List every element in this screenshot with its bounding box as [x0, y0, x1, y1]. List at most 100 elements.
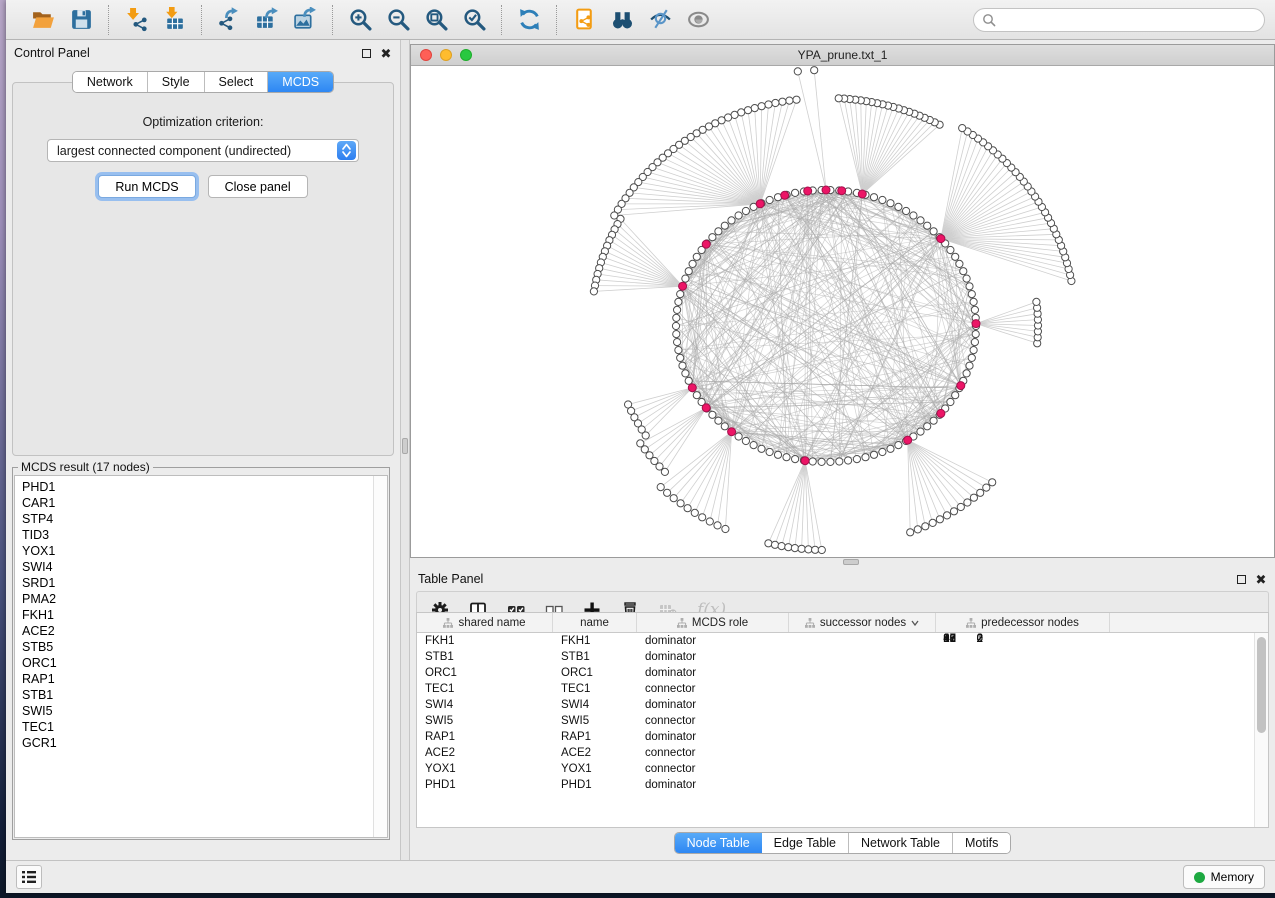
- cell-mcds_role: dominator: [637, 699, 789, 711]
- float-panel-icon[interactable]: [360, 47, 372, 59]
- search-box[interactable]: [973, 8, 1265, 32]
- tab-select[interactable]: Select: [205, 72, 269, 92]
- sort-desc-icon: [911, 620, 919, 626]
- show-hide-eye-button[interactable]: [683, 5, 713, 35]
- mcds-hub-node: [801, 457, 809, 465]
- status-bar: Memory: [6, 860, 1275, 893]
- mcds-result-item[interactable]: FKH1: [22, 607, 387, 623]
- result-scrollbar[interactable]: [373, 476, 387, 837]
- cell-mcds_role: dominator: [637, 779, 789, 791]
- splitter-handle[interactable]: [843, 559, 859, 565]
- mcds-hub-node: [972, 320, 980, 328]
- toggle-graphics-details-button[interactable]: [645, 5, 675, 35]
- task-history-button[interactable]: [16, 865, 42, 889]
- close-panel-button[interactable]: Close panel: [208, 175, 308, 198]
- refresh-layout-button[interactable]: [514, 5, 544, 35]
- cell-name: ORC1: [553, 667, 637, 679]
- mcds-result-item[interactable]: SWI5: [22, 703, 387, 719]
- search-input[interactable]: [996, 13, 1256, 27]
- control-panel-title: Control Panel: [14, 46, 90, 60]
- table-panel-title: Table Panel: [418, 572, 483, 586]
- bottom-tab-motifs[interactable]: Motifs: [953, 833, 1010, 853]
- mcds-hub-node: [728, 428, 736, 436]
- save-session-button[interactable]: [66, 5, 96, 35]
- mcds-result-group: MCDS result (17 nodes) PHD1CAR1STP4TID3Y…: [12, 460, 390, 840]
- run-mcds-button[interactable]: Run MCDS: [98, 175, 195, 198]
- open-file-button[interactable]: [28, 5, 58, 35]
- tab-style[interactable]: Style: [148, 72, 205, 92]
- network-from-document-button[interactable]: [569, 5, 599, 35]
- vertical-splitter[interactable]: [400, 40, 410, 860]
- tab-network[interactable]: Network: [73, 72, 148, 92]
- search-binoculars-button[interactable]: [607, 5, 637, 35]
- zoom-fit-button[interactable]: [421, 5, 451, 35]
- mcds-result-item[interactable]: TEC1: [22, 719, 387, 735]
- scrollbar-thumb[interactable]: [1257, 637, 1266, 733]
- float-panel-icon[interactable]: [1235, 573, 1247, 585]
- mcds-result-item[interactable]: PMA2: [22, 591, 387, 607]
- application-window: Control Panel ✖ NetworkStyleSelectMCDS O…: [6, 0, 1275, 893]
- cell-shared_name: SWI4: [417, 699, 553, 711]
- mcds-result-item[interactable]: CAR1: [22, 495, 387, 511]
- mcds-result-item[interactable]: STB1: [22, 687, 387, 703]
- mcds-result-item[interactable]: GCR1: [22, 735, 387, 751]
- network-edges: [594, 70, 1072, 550]
- table-panel: Table Panel ✖ f(x) shared namenameMCDS r…: [410, 566, 1275, 860]
- cell-predecessor_nodes: 0: [821, 633, 995, 827]
- zoom-selected-icon: [462, 7, 487, 32]
- import-network-icon: [124, 7, 149, 32]
- search-icon: [982, 13, 996, 27]
- memory-button[interactable]: Memory: [1183, 865, 1265, 889]
- tab-mcds[interactable]: MCDS: [268, 72, 333, 92]
- close-panel-icon[interactable]: ✖: [380, 47, 392, 59]
- mcds-result-item[interactable]: RAP1: [22, 671, 387, 687]
- mcds-hub-node: [822, 186, 830, 194]
- mcds-result-item[interactable]: SRD1: [22, 575, 387, 591]
- export-table-button[interactable]: [252, 5, 282, 35]
- cell-shared_name: STB1: [417, 651, 553, 663]
- close-panel-icon[interactable]: ✖: [1255, 573, 1267, 585]
- column-header-successor-nodes[interactable]: successor nodes: [789, 613, 936, 632]
- bottom-tab-node-table[interactable]: Node Table: [675, 833, 762, 853]
- mcds-hub-node: [804, 187, 812, 195]
- splitter-handle[interactable]: [402, 438, 408, 454]
- export-network-button[interactable]: [214, 5, 244, 35]
- import-table-button[interactable]: [159, 5, 189, 35]
- node-attribute-icon: [443, 618, 453, 628]
- mcds-result-item[interactable]: PHD1: [22, 479, 387, 495]
- zoom-selected-button[interactable]: [459, 5, 489, 35]
- zoom-out-button[interactable]: [383, 5, 413, 35]
- export-table-icon: [255, 7, 280, 32]
- optimization-criterion-dropdown[interactable]: largest connected component (undirected): [47, 139, 359, 162]
- horizontal-splitter[interactable]: [410, 558, 1275, 566]
- column-header-predecessor-nodes[interactable]: predecessor nodes: [936, 613, 1110, 632]
- mcds-result-item[interactable]: STB5: [22, 639, 387, 655]
- table-scrollbar[interactable]: [1254, 633, 1268, 827]
- column-header-name[interactable]: name: [553, 613, 637, 632]
- mcds-result-item[interactable]: YOX1: [22, 543, 387, 559]
- bottom-tab-network-table[interactable]: Network Table: [849, 833, 953, 853]
- zoom-in-button[interactable]: [345, 5, 375, 35]
- network-canvas[interactable]: [411, 66, 1274, 557]
- table-header-row: shared namenameMCDS rolesuccessor nodesp…: [417, 613, 1268, 633]
- cell-mcds_role: connector: [637, 763, 789, 775]
- mcds-result-item[interactable]: STP4: [22, 511, 387, 527]
- export-image-button[interactable]: [290, 5, 320, 35]
- cell-shared_name: ORC1: [417, 667, 553, 679]
- mcds-hub-node: [858, 190, 866, 198]
- column-header-shared-name[interactable]: shared name: [417, 613, 553, 632]
- mcds-hub-node: [781, 191, 789, 199]
- mcds-result-item[interactable]: ORC1: [22, 655, 387, 671]
- mcds-result-item[interactable]: ACE2: [22, 623, 387, 639]
- cell-mcds_role: dominator: [637, 651, 789, 663]
- column-header-MCDS-role[interactable]: MCDS role: [637, 613, 789, 632]
- import-network-button[interactable]: [121, 5, 151, 35]
- mcds-result-item[interactable]: TID3: [22, 527, 387, 543]
- table-row[interactable]: PHD1PHD1dominator180: [417, 777, 1254, 793]
- cell-name: STB1: [553, 651, 637, 663]
- table-bottom-tabs: Node TableEdge TableNetwork TableMotifs: [410, 832, 1275, 854]
- mcds-result-list[interactable]: PHD1CAR1STP4TID3YOX1SWI4SRD1PMA2FKH1ACE2…: [14, 475, 388, 838]
- mcds-result-item[interactable]: SWI4: [22, 559, 387, 575]
- bottom-tab-edge-table[interactable]: Edge Table: [762, 833, 849, 853]
- network-title: YPA_prune.txt_1: [411, 48, 1274, 62]
